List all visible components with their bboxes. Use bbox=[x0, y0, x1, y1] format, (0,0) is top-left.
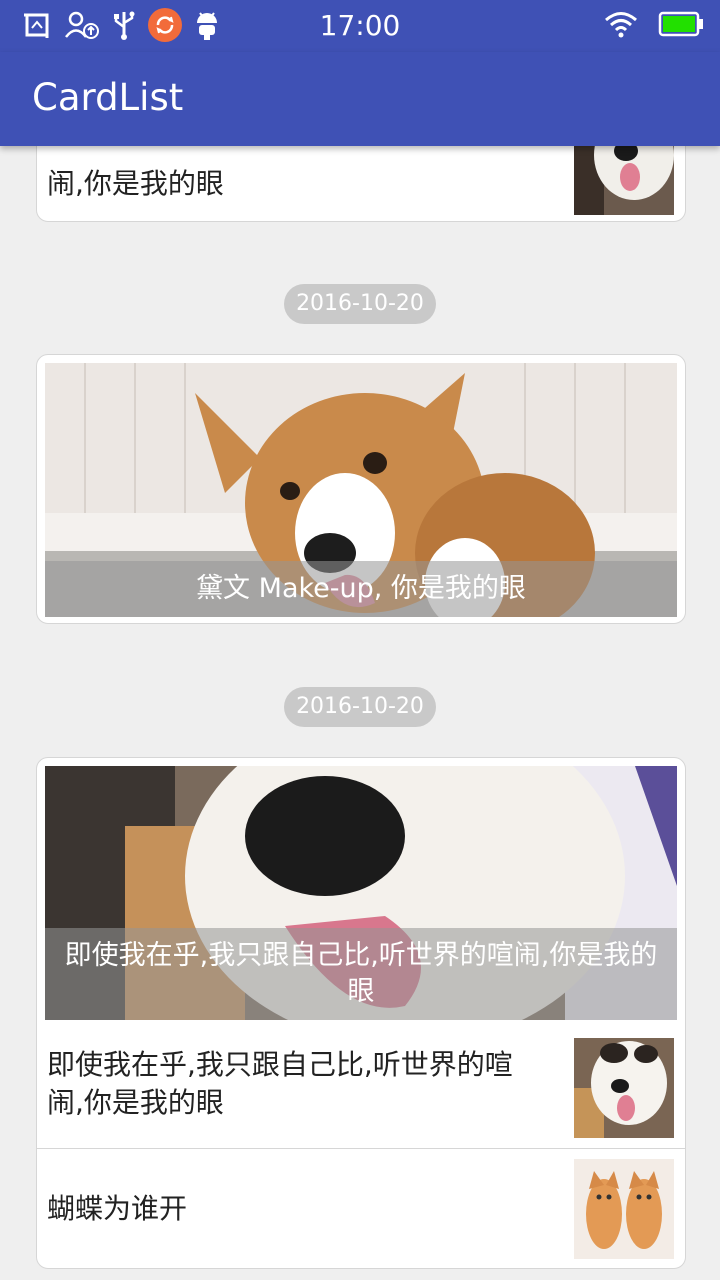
card-corgi[interactable]: 黛文 Make-up, 你是我的眼 bbox=[36, 354, 686, 624]
status-icons-right bbox=[604, 10, 704, 38]
app-bar: CardList bbox=[0, 52, 720, 146]
list-item-text: 闹,你是我的眼 bbox=[47, 167, 224, 200]
white-dog-photo[interactable]: 即使我在乎,我只跟自己比,听世界的喧闹,你是我的眼 bbox=[45, 766, 677, 1020]
app-title: CardList bbox=[32, 76, 184, 119]
card-white-dog[interactable]: 即使我在乎,我只跟自己比,听世界的喧闹,你是我的眼 即使我在乎,我只跟自己比,听… bbox=[36, 757, 686, 1269]
kittens-thumbnail bbox=[574, 1159, 674, 1259]
status-bar: 17:00 bbox=[0, 0, 720, 52]
card-list[interactable]: 闹,你是我的眼 2016-10-20 黛文 Make-up, 你是我的眼 201… bbox=[0, 146, 720, 1280]
wifi-icon bbox=[605, 12, 637, 38]
list-item[interactable]: 闹,你是我的眼 bbox=[37, 146, 685, 221]
list-item[interactable]: 蝴蝶为谁开 bbox=[37, 1149, 685, 1268]
list-item-text: 蝴蝶为谁开 bbox=[47, 1191, 188, 1225]
card-partial[interactable]: 闹,你是我的眼 bbox=[36, 146, 686, 222]
photo-caption: 黛文 Make-up, 你是我的眼 bbox=[45, 561, 677, 617]
battery-icon bbox=[658, 11, 703, 37]
dog-thumbnail bbox=[574, 146, 674, 215]
list-item[interactable]: 即使我在乎,我只跟自己比,听世界的喧闹,你是我的眼 bbox=[37, 1020, 685, 1148]
photo-caption: 即使我在乎,我只跟自己比,听世界的喧闹,你是我的眼 bbox=[45, 928, 677, 1020]
date-badge: 2016-10-20 bbox=[284, 687, 436, 727]
corgi-photo[interactable]: 黛文 Make-up, 你是我的眼 bbox=[45, 363, 677, 617]
dog-thumbnail bbox=[574, 1038, 674, 1138]
list-item-text: 即使我在乎,我只跟自己比,听世界的喧闹,你是我的眼 bbox=[47, 1048, 513, 1119]
date-badge: 2016-10-20 bbox=[284, 284, 436, 324]
